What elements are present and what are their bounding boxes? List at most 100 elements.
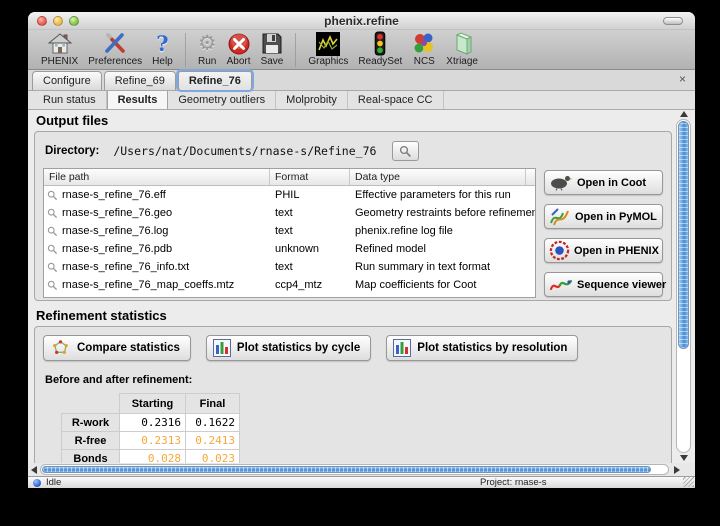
horizontal-scroll-thumb[interactable] (42, 466, 651, 473)
r-work-final: 0.1622 (186, 414, 240, 432)
subtab-run-status[interactable]: Run status (33, 91, 107, 109)
magnifier-icon (47, 280, 58, 291)
horizontal-scroll-track[interactable] (40, 464, 669, 475)
scroll-left-arrow-icon[interactable] (31, 466, 37, 474)
scroll-up-arrow-icon[interactable] (680, 111, 688, 117)
toolbar-button-xtriage[interactable]: Xtriage (441, 31, 483, 67)
tab-refine-76[interactable]: Refine_76 (178, 71, 252, 90)
stats-column-starting: Starting (120, 394, 186, 414)
column-header-format[interactable]: Format (270, 169, 350, 185)
status-text: Idle (46, 477, 61, 488)
bar-chart-icon (213, 339, 231, 357)
toolbar-button-run[interactable]: ⚙ Run (193, 31, 222, 67)
r-free-starting: 0.2313 (120, 432, 186, 450)
pymol-ribbon-icon (549, 207, 571, 227)
stats-row-r-free: R-free 0.2313 0.2413 (62, 432, 240, 450)
molecule-icon (50, 338, 71, 359)
plot-statistics-by-resolution-button[interactable]: Plot statistics by resolution (386, 335, 578, 361)
tab-refine-69[interactable]: Refine_69 (104, 71, 176, 90)
toolbar-label: NCS (414, 56, 435, 67)
project-label: Project: rnase-s (480, 477, 547, 488)
close-tab-icon[interactable]: × (679, 73, 686, 85)
subtab-geometry-outliers[interactable]: Geometry outliers (168, 91, 276, 109)
spheres-cluster-icon (412, 31, 436, 56)
resize-grip[interactable] (683, 476, 694, 487)
toolbar-button-help[interactable]: ? Help (147, 31, 178, 67)
toolbar-label: Graphics (308, 56, 348, 67)
toolbar-toggle-button[interactable] (663, 17, 683, 25)
output-files-heading: Output files (36, 113, 671, 128)
subtab-real-space-cc[interactable]: Real-space CC (348, 91, 444, 109)
table-row[interactable]: rnase-s_refine_76.pdb unknown Refined mo… (44, 240, 535, 258)
toolbar-button-graphics[interactable]: Graphics (303, 31, 353, 67)
crystal-icon (451, 31, 473, 56)
abort-icon (227, 31, 251, 56)
refinement-statistics-panel: Compare statistics Plot statistics by cy… (34, 326, 672, 463)
sequence-squiggle-icon (549, 276, 573, 293)
toolbar-button-readyset[interactable]: ReadySet (353, 31, 407, 67)
results-page: Output files Directory: /Users/nat/Docum… (28, 110, 695, 463)
output-files-panel: Directory: /Users/nat/Documents/rnase-s/… (34, 131, 672, 301)
coot-bird-icon (549, 174, 573, 191)
toolbar-label: PHENIX (41, 56, 78, 67)
magnifier-icon (47, 208, 58, 219)
home-icon (47, 31, 73, 56)
directory-path: /Users/nat/Documents/rnase-s/Refine_76 (113, 144, 376, 158)
toolbar-button-save[interactable]: Save (256, 31, 289, 67)
bonds-final: 0.023 (186, 450, 240, 464)
stats-row-r-work: R-work 0.2316 0.1622 (62, 414, 240, 432)
sequence-viewer-button[interactable]: Sequence viewer (544, 272, 663, 297)
scroll-down-arrow-icon[interactable] (680, 455, 688, 461)
compare-statistics-button[interactable]: Compare statistics (43, 335, 191, 361)
question-icon: ? (156, 31, 168, 56)
column-header-spacer (526, 169, 535, 185)
table-row[interactable]: rnase-s_refine_76.geo text Geometry rest… (44, 204, 535, 222)
tab-configure[interactable]: Configure (32, 71, 102, 90)
toolbar-label: Save (261, 56, 284, 67)
column-header-data-type[interactable]: Data type (350, 169, 526, 185)
stats-column-final: Final (186, 394, 240, 414)
vertical-scroll-thumb[interactable] (678, 121, 689, 349)
plot-statistics-by-cycle-button[interactable]: Plot statistics by cycle (206, 335, 371, 361)
magnifier-icon (47, 190, 58, 201)
toolbar-button-preferences[interactable]: Preferences (83, 31, 147, 67)
refinement-statistics-heading: Refinement statistics (36, 308, 671, 323)
table-row[interactable]: rnase-s_refine_76_info.txt text Run summ… (44, 258, 535, 276)
stats-corner-cell (62, 394, 120, 414)
toolbar-label: Preferences (88, 56, 142, 67)
toolbar-separator (185, 33, 186, 67)
magnifier-icon (399, 145, 412, 158)
subtab-molprobity[interactable]: Molprobity (276, 91, 348, 109)
toolbar-button-abort[interactable]: Abort (222, 31, 256, 67)
statistics-buttons: Compare statistics Plot statistics by cy… (43, 335, 671, 361)
tab-bar: Configure Refine_69 Refine_76 × (28, 70, 695, 91)
vertical-scroll-track[interactable] (676, 119, 691, 453)
open-in-phenix-button[interactable]: Open in PHENIX (544, 238, 663, 263)
magnifier-icon (47, 244, 58, 255)
table-row[interactable]: rnase-s_refine_76.log text phenix.refine… (44, 222, 535, 240)
horizontal-scrollbar[interactable] (28, 463, 695, 476)
table-row[interactable]: rnase-s_refine_76.eff PHIL Effective par… (44, 186, 535, 204)
stats-row-bonds: Bonds 0.028 0.023 (62, 450, 240, 464)
table-row[interactable]: rnase-s_refine_76_map_coeffs.mtz ccp4_mt… (44, 276, 535, 294)
table-header: File path Format Data type (44, 169, 535, 186)
browse-directory-button[interactable] (392, 141, 419, 161)
open-in-coot-button[interactable]: Open in Coot (544, 170, 663, 195)
open-in-pymol-button[interactable]: Open in PyMOL (544, 204, 663, 229)
directory-row: Directory: /Users/nat/Documents/rnase-s/… (35, 132, 671, 161)
open-in-actions: Open in Coot Open in PyMOL (544, 168, 663, 306)
vertical-scrollbar[interactable] (676, 110, 692, 463)
magnifier-icon (47, 226, 58, 237)
subtab-results[interactable]: Results (107, 91, 169, 109)
column-header-file-path[interactable]: File path (44, 169, 270, 185)
toolbar-label: Abort (227, 56, 251, 67)
bar-chart-icon (393, 339, 411, 357)
toolbar-label: Help (152, 56, 173, 67)
status-bar: Idle Project: rnase-s (28, 476, 695, 488)
toolbar-button-ncs[interactable]: NCS (407, 31, 441, 67)
r-work-starting: 0.2316 (120, 414, 186, 432)
toolbar-label: ReadySet (358, 56, 402, 67)
scroll-right-arrow-icon[interactable] (674, 466, 680, 474)
r-free-final: 0.2413 (186, 432, 240, 450)
toolbar-button-phenix[interactable]: PHENIX (36, 31, 83, 67)
